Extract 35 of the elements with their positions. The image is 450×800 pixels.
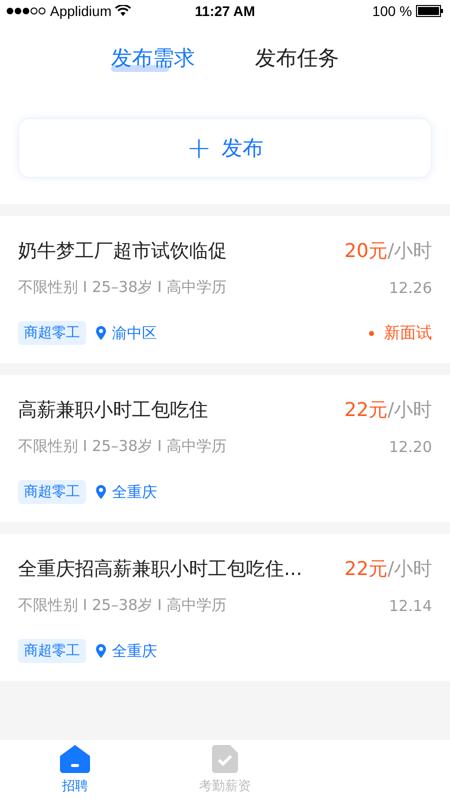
wifi-icon xyxy=(115,5,132,17)
job-date: 12.14 xyxy=(389,596,432,614)
job-title: 全重庆招高薪兼职小时工包吃住... xyxy=(18,557,302,582)
publish-button[interactable]: + 发布 xyxy=(18,118,432,178)
job-location: 全重庆 xyxy=(112,642,157,660)
tab-bar-item[interactable]: 招聘 xyxy=(0,740,150,800)
job-date: 12.20 xyxy=(389,438,432,456)
home-icon xyxy=(60,745,90,773)
job-requirements: 不限性别 I 25–38岁 I 高中学历 xyxy=(18,437,227,456)
job-location: 全重庆 xyxy=(112,482,157,502)
job-wage: 22元/小时 xyxy=(344,398,432,423)
location-pin-icon xyxy=(96,485,106,499)
job-tag: 商超零工 xyxy=(18,480,86,504)
job-date: 12.26 xyxy=(389,278,432,296)
location-pin-icon xyxy=(96,644,106,658)
job-wage: 22元/小时 xyxy=(344,557,432,582)
job-requirements: 不限性别 I 25–38岁 I 高中学历 xyxy=(18,596,227,615)
job-tag: 商超零工 xyxy=(18,639,86,663)
carrier-name: Applidium xyxy=(50,3,112,19)
job-status: 新面试 xyxy=(384,322,432,344)
tab[interactable]: 发布需求 xyxy=(111,42,195,74)
tab[interactable]: 发布任务 xyxy=(255,42,339,74)
battery-icon xyxy=(416,5,444,17)
battery-percent: 100 % xyxy=(372,3,412,19)
location-pin-icon xyxy=(96,326,106,340)
document-check-icon xyxy=(212,745,238,773)
status-dot-icon xyxy=(369,330,374,336)
job-tag: 商超零工 xyxy=(18,321,86,345)
job-wage: 20元/小时 xyxy=(344,239,432,264)
clock: 11:27 AM xyxy=(194,3,256,19)
job-location: 渝中区 xyxy=(112,324,157,342)
signal-icon xyxy=(6,7,46,15)
job-title: 高薪兼职小时工包吃住 xyxy=(18,398,208,423)
job-requirements: 不限性别 I 25–38岁 I 高中学历 xyxy=(18,278,227,297)
job-title: 奶牛梦工厂超市试饮临促 xyxy=(18,239,227,264)
